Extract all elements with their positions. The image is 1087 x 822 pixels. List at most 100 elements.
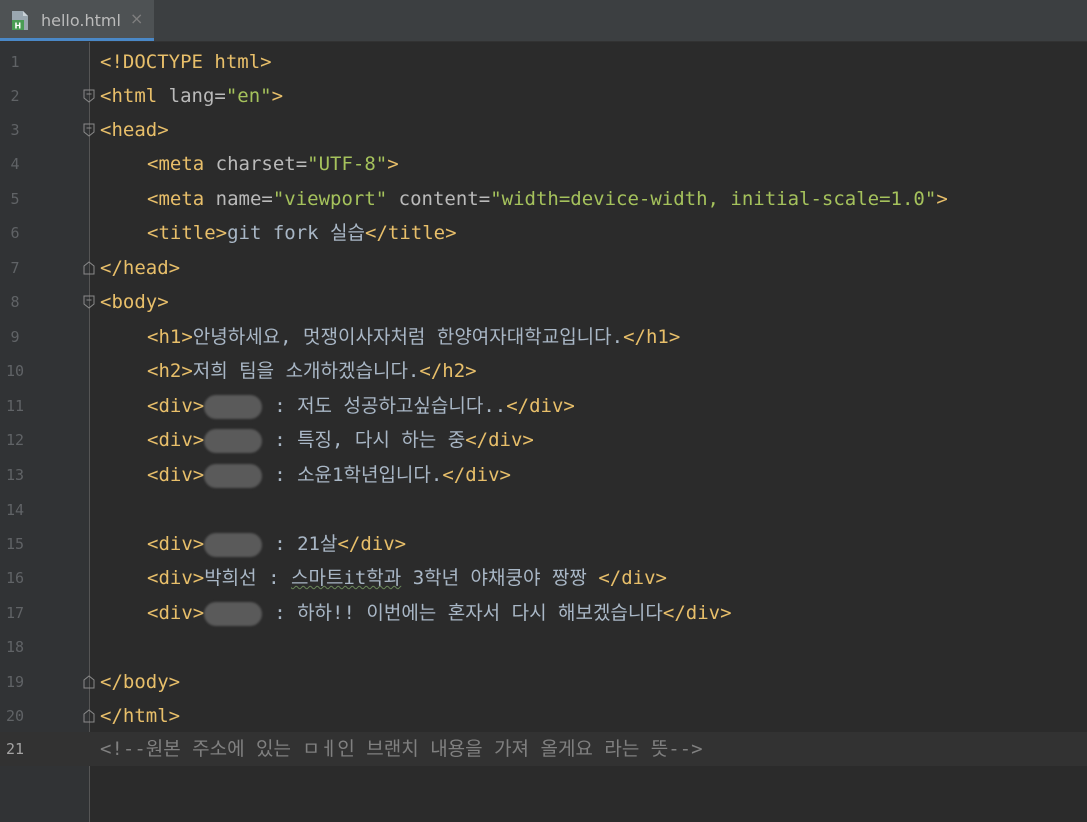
tag: </div> [506,395,575,417]
tag: <div> [147,464,205,486]
tab-label: hello.html [41,11,121,30]
tag: </body> [100,671,181,693]
redacted-name [204,428,263,453]
code-line: 11 <div>: 저도 성공하고싶습니다..</div> [0,389,1087,423]
text-content: : 저도 성공하고싶습니다.. [274,395,507,417]
line-number: 1 [10,53,20,71]
line-number: 21 [5,740,25,758]
line-number: 15 [5,535,25,553]
code-text: <div>: 21살</div> [147,527,406,561]
html-file-icon: H [12,11,28,31]
tag: <div> [147,567,205,589]
tag: </html> [100,705,181,727]
line-number: 16 [5,569,25,587]
close-icon[interactable]: × [130,9,143,28]
line-number: 10 [5,362,25,380]
editor-tab-bar: H hello.html × [0,0,1087,42]
line-number: 7 [10,259,20,277]
tag: </div> [442,464,511,486]
text-content: 저희 팀을 소개하겠습니다. [192,360,420,382]
tag: </h2> [419,360,477,382]
code-line: 20 </html> [0,699,1087,733]
code-line: 15 <div>: 21살</div> [0,527,1087,561]
line-number: 9 [10,328,20,346]
tag: <meta [147,188,205,210]
redacted-name [204,394,263,419]
line-number: 12 [5,431,25,449]
code-text: <meta name="viewport" content="width=dev… [147,182,948,216]
code-line: 4 <meta charset="UTF-8"> [0,147,1087,181]
code-line: 16 <div>박희선 : 스마트it학과 3학년 야채쿵야 짱짱 </div> [0,561,1087,595]
tag: > [271,85,284,107]
redacted-name [204,463,263,488]
separator: : [256,567,291,589]
tag: <body> [100,291,169,313]
code-text: <!DOCTYPE html> [100,45,272,79]
code-text: <div> : 특징, 다시 하는 중</div> [147,423,534,457]
text-content: git fork 실습 [227,222,365,244]
tag: <html [100,85,158,107]
attribute: name= [204,188,273,210]
fold-end-icon[interactable] [83,709,95,723]
code-line: 14 [0,493,1087,527]
attr-value: "en" [225,85,272,107]
code-line: 18 [0,630,1087,664]
attribute: lang= [157,85,226,107]
code-line: 7 </head> [0,251,1087,285]
tag: <title> [147,222,228,244]
code-line: 6 <title>git fork 실습</title> [0,216,1087,250]
attribute: content= [387,188,491,210]
html-comment: <!--원본 주소에 있는 ㅁㅔ인 브랜치 내용을 가져 올게요 라는 뜻--> [100,738,703,760]
code-line: 10 <h2>저희 팀을 소개하겠습니다.</h2> [0,354,1087,388]
tag: </h1> [623,326,681,348]
tag: </div> [337,533,407,555]
line-number: 8 [10,293,20,311]
code-text: </body> [100,665,180,699]
tag: <meta [147,153,205,175]
line-number: 20 [5,707,25,725]
code-text: </html> [100,699,180,733]
text-content: : 특징, 다시 하는 중 [274,429,466,451]
code-line: 9 <h1>안녕하세요, 멋쟁이사자처럼 한양여자대학교입니다.</h1> [0,320,1087,354]
tag: </div> [662,602,732,624]
code-text: <div> : 저도 성공하고싶습니다..</div> [147,389,575,423]
fold-open-icon[interactable] [83,89,95,103]
attr-value: "width=device-width, initial-scale=1.0" [490,188,937,210]
code-text: <!--원본 주소에 있는 ㅁㅔ인 브랜치 내용을 가져 올게요 라는 뜻--> [100,732,703,766]
line-number: 14 [5,501,25,519]
tag: <div> [147,395,205,417]
line-number: 18 [5,638,25,656]
code-line: 19 </body> [0,665,1087,699]
text-content: 3학년 야채쿵야 짱짱 [401,567,599,589]
tag: <div> [147,429,205,451]
code-line: 13 <div>: 소윤1학년입니다.</div> [0,458,1087,492]
fold-open-icon[interactable] [83,123,95,137]
code-text: <meta charset="UTF-8"> [147,147,399,181]
fold-end-icon[interactable] [83,675,95,689]
line-number: 2 [10,87,20,105]
redacted-name [204,532,263,557]
code-line: 12 <div> : 특징, 다시 하는 중</div> [0,423,1087,457]
line-number: 17 [5,604,25,622]
line-number: 3 [10,121,20,139]
code-text: <html lang="en"> [100,79,283,113]
doctype: <!DOCTYPE html> [100,51,272,73]
fold-end-icon[interactable] [83,261,95,275]
code-text: <div>: 하하!! 이번에는 혼자서 다시 해보겠습니다</div> [147,596,732,630]
code-text: </head> [100,251,180,285]
tag: <div> [147,533,205,555]
attr-value: "viewport" [272,188,388,210]
fold-open-icon[interactable] [83,295,95,309]
code-editor[interactable]: 1 <!DOCTYPE html> 2 <html lang="en"> 3 <… [0,42,1087,822]
text-content: : 하하!! 이번에는 혼자서 다시 해보겠습니다 [274,602,663,624]
code-line: 8 <body> [0,285,1087,319]
tag: <h1> [147,326,193,348]
tag: </head> [100,257,181,279]
code-text: <h1>안녕하세요, 멋쟁이사자처럼 한양여자대학교입니다.</h1> [147,320,680,354]
tab-hello-html[interactable]: H hello.html × [0,0,154,41]
svg-text:H: H [15,22,22,31]
tag: </div> [465,429,534,451]
code-line-current: 21 <!--원본 주소에 있는 ㅁㅔ인 브랜치 내용을 가져 올게요 라는 뜻… [0,732,1087,766]
code-line: 1 <!DOCTYPE html> [0,45,1087,79]
tag: <head> [100,119,169,141]
